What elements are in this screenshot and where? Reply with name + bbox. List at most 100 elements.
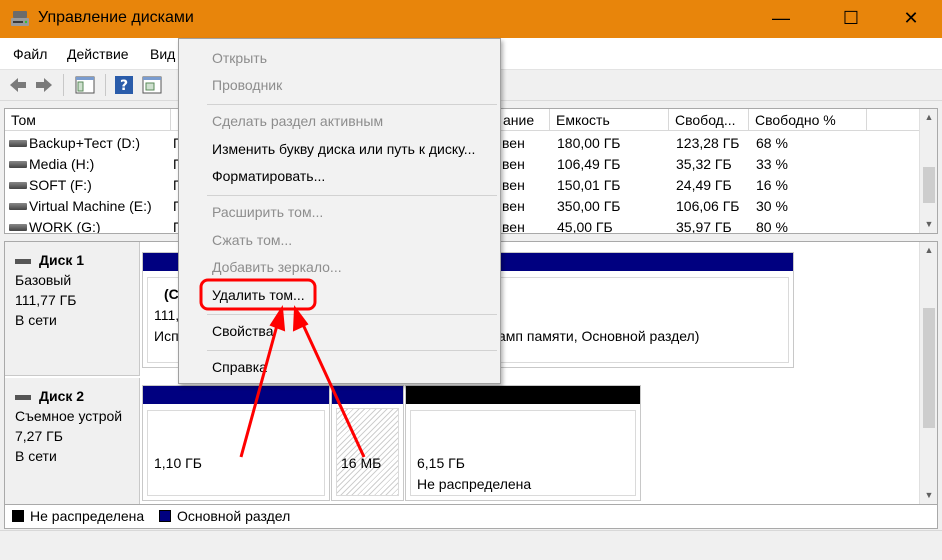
volume-status: вен	[502, 177, 525, 193]
volume-name: Virtual Machine (E:)	[29, 198, 152, 214]
disk-pane-scrollbar[interactable]: ▲ ▼	[919, 242, 937, 504]
column-header-free-percent[interactable]: Свободно %	[749, 109, 867, 131]
menu-item-mark-active[interactable]: Сделать раздел активным	[212, 113, 383, 129]
volume-status: вен	[502, 135, 525, 151]
forward-arrow-icon[interactable]	[34, 75, 54, 95]
partition-size: 6,15 ГБ	[417, 455, 465, 471]
volume-status: вен	[502, 156, 525, 172]
minimize-button[interactable]: —	[758, 0, 804, 38]
volume-name: WORK (G:)	[29, 219, 101, 234]
volume-free-percent: 33 %	[756, 156, 788, 172]
volume-status: вен	[502, 198, 525, 214]
partition-16mb[interactable]: 16 МБ	[331, 385, 404, 501]
volume-name: SOFT (F:)	[29, 177, 92, 193]
drive-icon	[9, 203, 27, 210]
maximize-button[interactable]: ☐	[828, 0, 874, 38]
disk-management-app-icon	[11, 11, 29, 26]
toolbar-separator	[63, 74, 64, 96]
disk-2-label[interactable]: Диск 2 Съемное устрой 7,27 ГБ В сети	[5, 378, 140, 504]
partition-1-10gb[interactable]: 1,10 ГБ	[142, 385, 330, 501]
column-header-empty	[867, 109, 919, 131]
menu-item-delete-volume[interactable]: Удалить том...	[212, 287, 305, 303]
drive-icon	[9, 182, 27, 189]
menu-item-explorer[interactable]: Проводник	[212, 77, 282, 93]
volume-free: 35,32 ГБ	[676, 156, 732, 172]
column-header-volume[interactable]: Том	[5, 109, 171, 131]
properties-icon[interactable]	[142, 75, 162, 95]
disk-state: В сети	[15, 312, 57, 328]
menu-action[interactable]: Действие	[67, 46, 129, 62]
menu-item-change-letter[interactable]: Изменить букву диска или путь к диску...	[212, 141, 475, 157]
close-button[interactable]: ✕	[888, 0, 934, 38]
volume-status: вен	[502, 219, 525, 234]
primary-partition-bar	[143, 386, 329, 404]
menu-item-open[interactable]: Открыть	[212, 50, 267, 66]
disk-name: Диск 1	[39, 252, 85, 268]
window-title: Управление дисками	[38, 9, 194, 26]
context-menu: Открыть Проводник Сделать раздел активны…	[178, 38, 501, 384]
menu-item-add-mirror[interactable]: Добавить зеркало...	[212, 259, 342, 275]
menu-view[interactable]: Вид	[150, 46, 175, 62]
volume-name: Backup+Тест (D:)	[29, 135, 141, 151]
volume-free-percent: 68 %	[756, 135, 788, 151]
volume-free: 123,28 ГБ	[676, 135, 740, 151]
disk-type: Съемное устрой	[15, 408, 123, 424]
partition-size: 16 МБ	[341, 455, 382, 471]
menu-item-properties[interactable]: Свойства	[212, 323, 273, 339]
partition-status-right: амп памяти, Основной раздел)	[498, 328, 700, 344]
volume-name: Media (H:)	[29, 156, 95, 172]
status-bar	[0, 530, 942, 560]
partition-unallocated[interactable]: 6,15 ГБ Не распределена	[405, 385, 641, 501]
scroll-down-icon[interactable]: ▼	[920, 216, 937, 233]
legend-unallocated-label: Не распределена	[30, 508, 145, 524]
volume-free: 24,49 ГБ	[676, 177, 732, 193]
scroll-up-icon[interactable]: ▲	[920, 242, 937, 259]
disk-size: 7,27 ГБ	[15, 428, 63, 444]
legend: Не распределена Основной раздел	[4, 505, 938, 529]
menu-item-format[interactable]: Форматировать...	[212, 168, 325, 184]
disk-name: Диск 2	[39, 388, 85, 404]
unallocated-bar	[406, 386, 640, 404]
volume-free-percent: 30 %	[756, 198, 788, 214]
title-bar: Управление дисками — ☐ ✕	[0, 0, 942, 38]
volume-free: 35,97 ГБ	[676, 219, 732, 234]
column-header-free[interactable]: Свобод...	[669, 109, 749, 131]
column-header-capacity[interactable]: Емкость	[550, 109, 669, 131]
partition-size: 1,10 ГБ	[154, 455, 202, 471]
volume-capacity: 350,00 ГБ	[557, 198, 621, 214]
partition-label: Не распределена	[417, 476, 532, 492]
menu-item-shrink[interactable]: Сжать том...	[212, 232, 292, 248]
partition-body-hatched: 16 МБ	[336, 408, 399, 496]
volume-list-scrollbar[interactable]: ▲ ▼	[919, 109, 937, 233]
toolbar-separator	[105, 74, 106, 96]
menu-file[interactable]: Файл	[13, 46, 47, 62]
drive-icon	[9, 140, 27, 147]
menu-item-extend[interactable]: Расширить том...	[212, 204, 323, 220]
drive-icon	[9, 224, 27, 231]
column-header-status[interactable]: ание	[501, 109, 550, 131]
menu-item-help[interactable]: Справка	[212, 359, 267, 375]
scrollbar-thumb[interactable]	[923, 308, 935, 428]
scroll-up-icon[interactable]: ▲	[920, 109, 937, 126]
volume-free-percent: 80 %	[756, 219, 788, 234]
legend-unallocated-swatch	[12, 510, 24, 522]
svg-text:?: ?	[120, 78, 128, 94]
back-arrow-icon[interactable]	[8, 75, 28, 95]
disk-1-label[interactable]: Диск 1 Базовый 111,77 ГБ В сети	[5, 242, 140, 376]
volume-capacity: 106,49 ГБ	[557, 156, 621, 172]
volume-free-percent: 16 %	[756, 177, 788, 193]
scrollbar-thumb[interactable]	[923, 167, 935, 203]
legend-primary-label: Основной раздел	[177, 508, 291, 524]
disk-icon	[15, 258, 31, 264]
disk-type: Базовый	[15, 272, 72, 288]
menu-separator	[207, 350, 497, 351]
scroll-down-icon[interactable]: ▼	[920, 487, 937, 504]
volume-free: 106,06 ГБ	[676, 198, 740, 214]
volume-capacity: 45,00 ГБ	[557, 219, 613, 234]
partition-status-left: Исп	[154, 328, 179, 344]
console-tree-icon[interactable]	[75, 75, 95, 95]
help-icon[interactable]: ?	[114, 75, 134, 95]
partition-body: 1,10 ГБ	[147, 410, 325, 496]
volume-capacity: 180,00 ГБ	[557, 135, 621, 151]
menu-separator	[207, 104, 497, 105]
